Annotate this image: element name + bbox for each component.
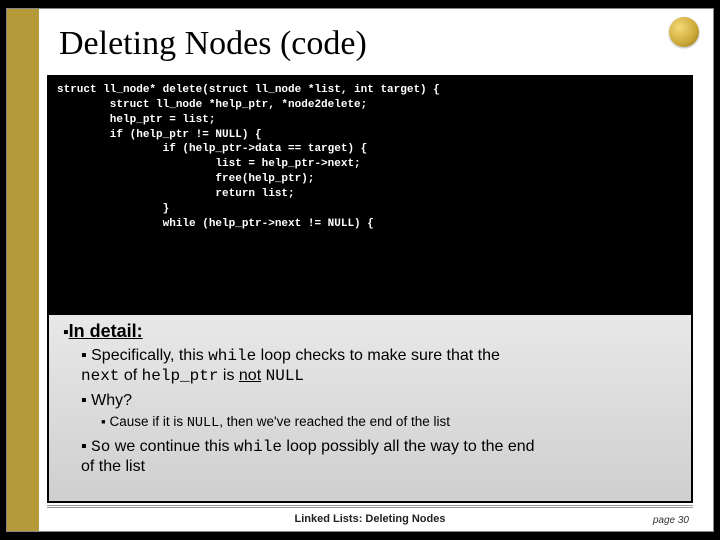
footer: Linked Lists: Deleting Nodes page 30 — [47, 505, 693, 527]
slide-title: Deleting Nodes (code) — [59, 25, 367, 63]
logo-icon — [669, 17, 699, 47]
explanation-panel: ▪In detail: ▪ Specifically, this while l… — [49, 315, 691, 501]
detail-bullet-why: ▪ Why? — [63, 392, 677, 410]
accent-strip — [7, 9, 39, 531]
detail-heading: ▪In detail: — [63, 321, 677, 342]
footer-section: Linked Lists: Deleting Nodes — [295, 513, 446, 527]
detail-bullet-1: ▪ Specifically, this while loop checks t… — [63, 346, 677, 386]
code-block: struct ll_node* delete(struct ll_node *l… — [49, 77, 691, 235]
content-panel: struct ll_node* delete(struct ll_node *l… — [47, 75, 693, 503]
page-number: page 30 — [653, 515, 689, 526]
detail-bullet-cause: ▪ Cause if it is NULL, then we've reache… — [63, 414, 677, 431]
detail-bullet-so: ▪ So we continue this while loop possibl… — [63, 437, 677, 477]
slide: Deleting Nodes (code) struct ll_node* de… — [6, 8, 714, 532]
